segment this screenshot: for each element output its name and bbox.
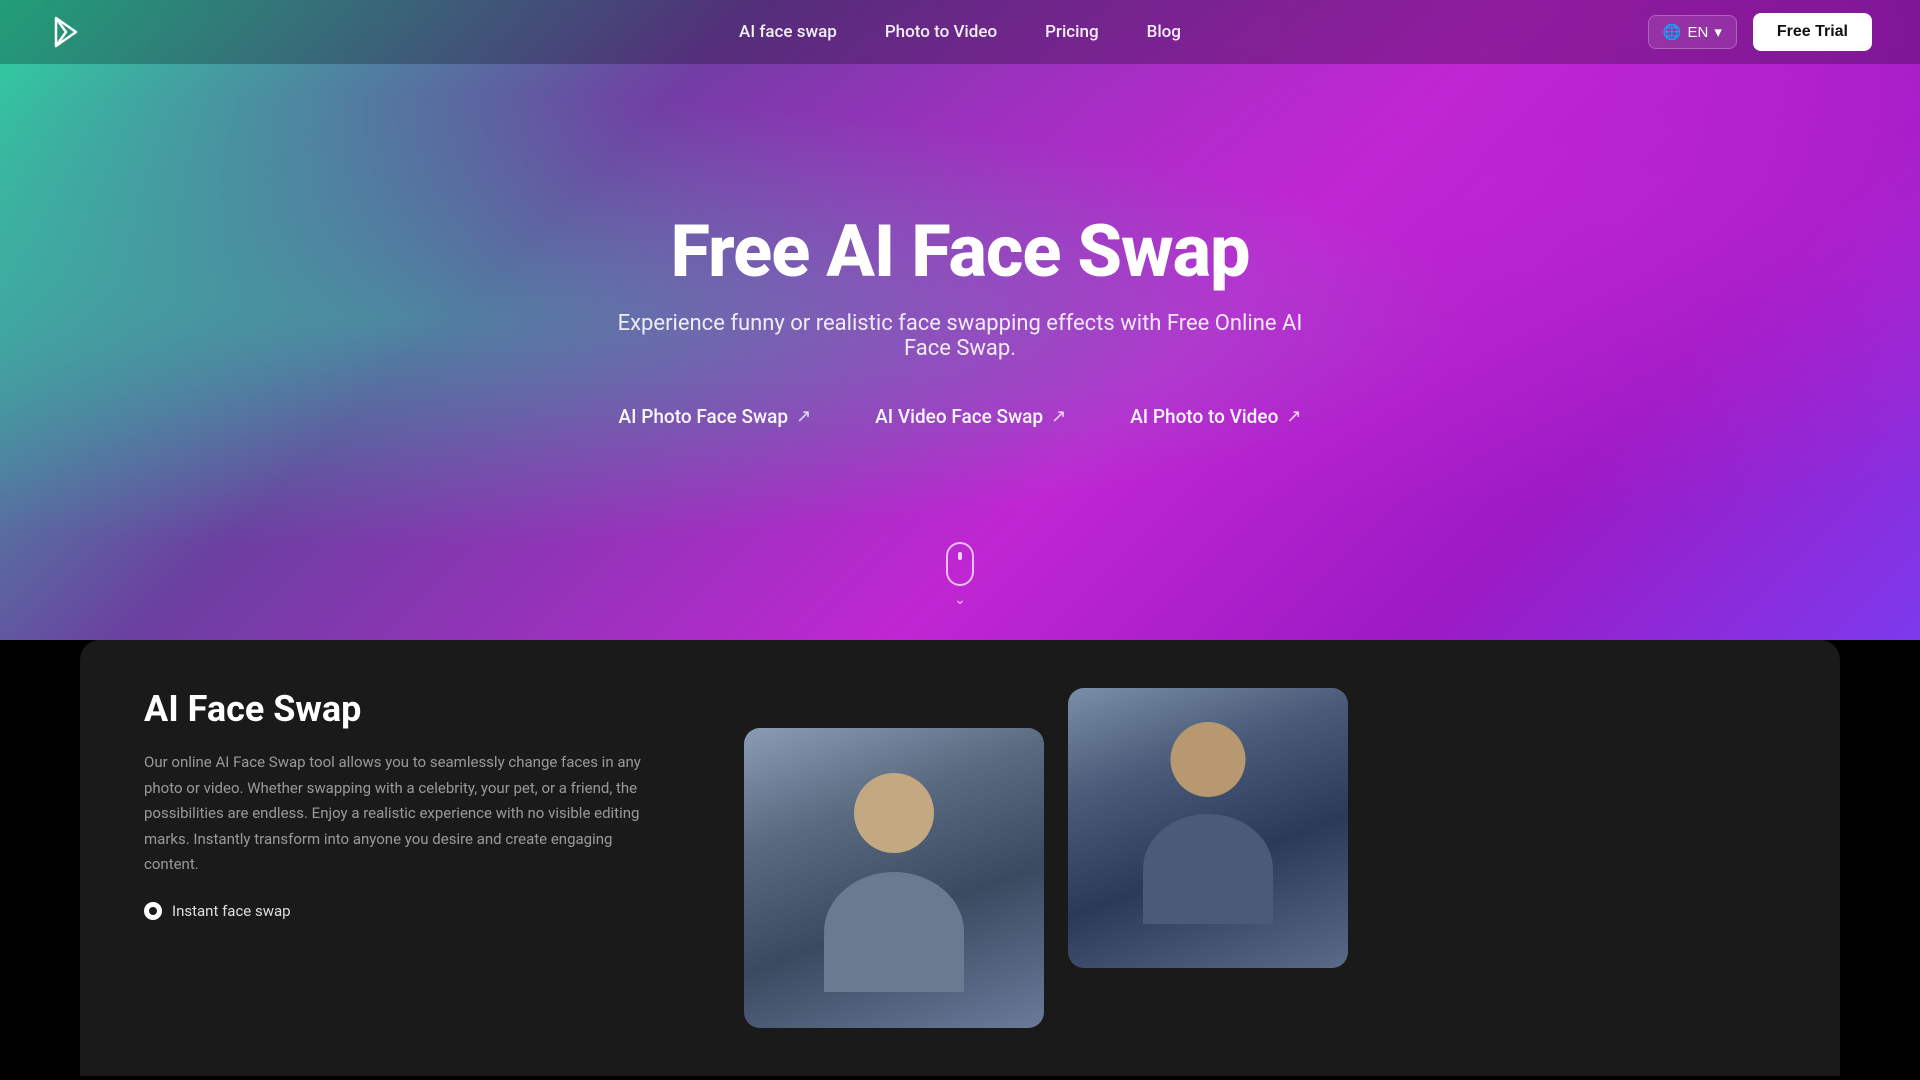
- face-image-primary: [744, 728, 1044, 1028]
- face-photo-placeholder-2: [1068, 688, 1348, 968]
- nav-item-blog[interactable]: Blog: [1147, 22, 1181, 42]
- logo[interactable]: [48, 14, 84, 50]
- hero-link-label-1: AI Photo Face Swap: [619, 405, 789, 428]
- face-photo-placeholder-1: [744, 728, 1044, 1028]
- hero-link-label-3: AI Photo to Video: [1130, 405, 1278, 428]
- language-selector[interactable]: 🌐 EN ▾: [1648, 15, 1737, 49]
- lang-label: EN: [1687, 24, 1708, 41]
- external-link-icon-2: ↗: [1051, 406, 1066, 427]
- feature-instant-face-swap: Instant face swap: [144, 902, 664, 920]
- logo-icon: [48, 14, 84, 50]
- face-image-secondary: [1068, 688, 1348, 968]
- scroll-mouse-icon: [946, 542, 974, 586]
- hero-link-ai-photo-to-video[interactable]: AI Photo to Video ↗: [1130, 405, 1301, 428]
- external-link-icon-1: ↗: [796, 406, 811, 427]
- navbar: AI face swap Photo to Video Pricing Blog…: [0, 0, 1920, 64]
- main-section: AI Face Swap Our online AI Face Swap too…: [80, 640, 1840, 1076]
- hero-links: AI Photo Face Swap ↗ AI Video Face Swap …: [619, 405, 1302, 428]
- scroll-dot: [958, 552, 962, 560]
- face-swap-images: [744, 688, 1776, 1028]
- chevron-down-icon: ▾: [1714, 23, 1722, 41]
- feature-label: Instant face swap: [172, 902, 291, 920]
- globe-icon: 🌐: [1663, 23, 1682, 41]
- nav-right: 🌐 EN ▾ Free Trial: [1648, 13, 1872, 51]
- hero-content: Free AI Face Swap Experience funny or re…: [610, 212, 1310, 428]
- nav-item-photo-to-video[interactable]: Photo to Video: [885, 22, 997, 42]
- hero-subtitle: Experience funny or realistic face swapp…: [610, 311, 1310, 361]
- feature-dot-icon: [144, 902, 162, 920]
- hero-link-label-2: AI Video Face Swap: [875, 405, 1043, 428]
- face-swap-section-title: AI Face Swap: [144, 688, 664, 730]
- hero-link-ai-video-face-swap[interactable]: AI Video Face Swap ↗: [875, 405, 1066, 428]
- scroll-indicator: ⌄: [946, 542, 974, 608]
- face-swap-section: AI Face Swap Our online AI Face Swap too…: [144, 688, 1776, 1028]
- hero-link-ai-photo-face-swap[interactable]: AI Photo Face Swap ↗: [619, 405, 812, 428]
- nav-item-ai-face-swap[interactable]: AI face swap: [739, 22, 837, 42]
- external-link-icon-3: ↗: [1286, 406, 1301, 427]
- scroll-chevron-icon: ⌄: [954, 592, 966, 608]
- face-swap-text: AI Face Swap Our online AI Face Swap too…: [144, 688, 664, 920]
- face-swap-description: Our online AI Face Swap tool allows you …: [144, 750, 664, 878]
- free-trial-button[interactable]: Free Trial: [1753, 13, 1872, 51]
- hero-section: Free AI Face Swap Experience funny or re…: [0, 0, 1920, 640]
- nav-item-pricing[interactable]: Pricing: [1045, 22, 1099, 42]
- hero-title: Free AI Face Swap: [670, 212, 1249, 291]
- nav-links: AI face swap Photo to Video Pricing Blog: [739, 22, 1181, 42]
